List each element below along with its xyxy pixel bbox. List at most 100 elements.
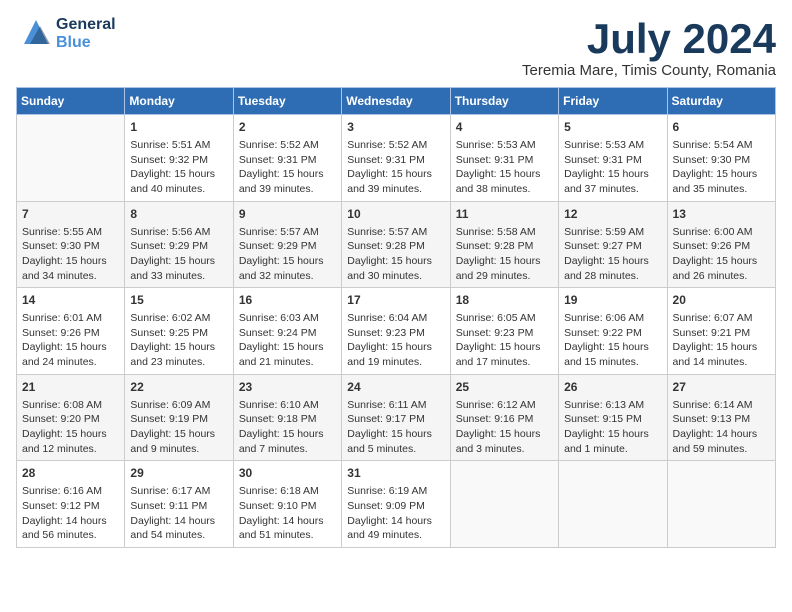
- day-number: 24: [347, 379, 444, 396]
- calendar-cell: 13 Sunrise: 6:00 AMSunset: 9:26 PMDayligh…: [667, 201, 775, 288]
- day-number: 6: [673, 119, 770, 136]
- calendar-cell: 18 Sunrise: 6:05 AMSunset: 9:23 PMDayligh…: [450, 288, 558, 375]
- calendar-cell: 22 Sunrise: 6:09 AMSunset: 9:19 PMDayligh…: [125, 374, 233, 461]
- calendar-cell: 10 Sunrise: 5:57 AMSunset: 9:28 PMDayligh…: [342, 201, 450, 288]
- location-title: Teremia Mare, Timis County, Romania: [522, 62, 776, 79]
- calendar-cell: 1 Sunrise: 5:51 AMSunset: 9:32 PMDaylight…: [125, 115, 233, 202]
- day-number: 11: [456, 206, 553, 223]
- day-number: 10: [347, 206, 444, 223]
- col-header-sunday: Sunday: [17, 88, 125, 115]
- calendar-cell: 5Sunrise: 5:53 AMSunset: 9:31 PMDaylight…: [559, 115, 667, 202]
- cell-info: Sunrise: 6:14 AMSunset: 9:13 PMDaylight:…: [673, 398, 770, 457]
- cell-info: Sunrise: 6:13 AMSunset: 9:15 PMDaylight:…: [564, 398, 661, 457]
- day-number: 16: [239, 292, 336, 309]
- day-number: 12: [564, 206, 661, 223]
- day-number: 2: [239, 119, 336, 136]
- col-header-tuesday: Tuesday: [233, 88, 341, 115]
- cell-info: Sunrise: 6:17 AMSunset: 9:11 PMDaylight:…: [130, 484, 227, 543]
- cell-info: Sunrise: 6:01 AMSunset: 9:26 PMDaylight:…: [22, 311, 119, 370]
- col-header-wednesday: Wednesday: [342, 88, 450, 115]
- cell-info: Sunrise: 6:08 AMSunset: 9:20 PMDaylight:…: [22, 398, 119, 457]
- cell-info: Sunrise: 5:57 AMSunset: 9:28 PMDaylight:…: [347, 225, 444, 284]
- day-number: 28: [22, 465, 119, 482]
- calendar-cell: 12 Sunrise: 5:59 AMSunset: 9:27 PMDayligh…: [559, 201, 667, 288]
- calendar-cell: 23 Sunrise: 6:10 AMSunset: 9:18 PMDayligh…: [233, 374, 341, 461]
- day-number: 8: [130, 206, 227, 223]
- calendar-cell: 29 Sunrise: 6:17 AMSunset: 9:11 PMDayligh…: [125, 461, 233, 548]
- calendar-cell: 6 Sunrise: 5:54 AMSunset: 9:30 PMDaylight…: [667, 115, 775, 202]
- cell-info: Sunrise: 5:52 AMSunset: 9:31 PMDaylight:…: [239, 138, 336, 197]
- day-number: 29: [130, 465, 227, 482]
- day-number: 30: [239, 465, 336, 482]
- cell-info: Sunrise: 6:02 AMSunset: 9:25 PMDaylight:…: [130, 311, 227, 370]
- page-header: General Blue July 2024 Teremia Mare, Tim…: [16, 16, 776, 79]
- month-title: July 2024: [522, 16, 776, 62]
- cell-info: Sunrise: 5:52 AMSunset: 9:31 PMDaylight:…: [347, 138, 444, 197]
- day-number: 22: [130, 379, 227, 396]
- cell-info: Sunrise: 6:11 AMSunset: 9:17 PMDaylight:…: [347, 398, 444, 457]
- cell-info: Sunrise: 6:03 AMSunset: 9:24 PMDaylight:…: [239, 311, 336, 370]
- col-header-thursday: Thursday: [450, 88, 558, 115]
- cell-info: Sunrise: 6:19 AMSunset: 9:09 PMDaylight:…: [347, 484, 444, 543]
- cell-info: Sunrise: 5:57 AMSunset: 9:29 PMDaylight:…: [239, 225, 336, 284]
- cell-info: Sunrise: 6:07 AMSunset: 9:21 PMDaylight:…: [673, 311, 770, 370]
- calendar-cell: 19 Sunrise: 6:06 AMSunset: 9:22 PMDayligh…: [559, 288, 667, 375]
- logo-text: General Blue: [56, 16, 116, 52]
- logo-icon: [16, 16, 52, 52]
- day-number: 1: [130, 119, 227, 136]
- day-number: 26: [564, 379, 661, 396]
- cell-info: Sunrise: 6:09 AMSunset: 9:19 PMDaylight:…: [130, 398, 227, 457]
- day-number: 31: [347, 465, 444, 482]
- cell-info: Sunrise: 5:53 AMSunset: 9:31 PMDaylight:…: [564, 138, 661, 197]
- day-number: 15: [130, 292, 227, 309]
- calendar-cell: 3 Sunrise: 5:52 AMSunset: 9:31 PMDaylight…: [342, 115, 450, 202]
- calendar-cell: 20 Sunrise: 6:07 AMSunset: 9:21 PMDayligh…: [667, 288, 775, 375]
- day-number: 9: [239, 206, 336, 223]
- calendar-cell: 30Sunrise: 6:18 AMSunset: 9:10 PMDayligh…: [233, 461, 341, 548]
- calendar-cell: 24 Sunrise: 6:11 AMSunset: 9:17 PMDayligh…: [342, 374, 450, 461]
- day-number: 18: [456, 292, 553, 309]
- day-number: 13: [673, 206, 770, 223]
- calendar-cell: 28 Sunrise: 6:16 AMSunset: 9:12 PMDayligh…: [17, 461, 125, 548]
- calendar-cell: 14 Sunrise: 6:01 AMSunset: 9:26 PMDayligh…: [17, 288, 125, 375]
- day-number: 21: [22, 379, 119, 396]
- cell-info: Sunrise: 6:04 AMSunset: 9:23 PMDaylight:…: [347, 311, 444, 370]
- title-block: July 2024 Teremia Mare, Timis County, Ro…: [522, 16, 776, 79]
- cell-info: Sunrise: 6:06 AMSunset: 9:22 PMDaylight:…: [564, 311, 661, 370]
- day-number: 14: [22, 292, 119, 309]
- calendar-cell: [17, 115, 125, 202]
- cell-info: Sunrise: 6:00 AMSunset: 9:26 PMDaylight:…: [673, 225, 770, 284]
- day-number: 20: [673, 292, 770, 309]
- cell-info: Sunrise: 5:51 AMSunset: 9:32 PMDaylight:…: [130, 138, 227, 197]
- cell-info: Sunrise: 5:54 AMSunset: 9:30 PMDaylight:…: [673, 138, 770, 197]
- col-header-monday: Monday: [125, 88, 233, 115]
- day-number: 25: [456, 379, 553, 396]
- cell-info: Sunrise: 6:16 AMSunset: 9:12 PMDaylight:…: [22, 484, 119, 543]
- cell-info: Sunrise: 6:10 AMSunset: 9:18 PMDaylight:…: [239, 398, 336, 457]
- day-number: 19: [564, 292, 661, 309]
- cell-info: Sunrise: 6:12 AMSunset: 9:16 PMDaylight:…: [456, 398, 553, 457]
- calendar-cell: 2 Sunrise: 5:52 AMSunset: 9:31 PMDaylight…: [233, 115, 341, 202]
- calendar-table: SundayMondayTuesdayWednesdayThursdayFrid…: [16, 87, 776, 548]
- cell-info: Sunrise: 5:55 AMSunset: 9:30 PMDaylight:…: [22, 225, 119, 284]
- calendar-cell: 7Sunrise: 5:55 AMSunset: 9:30 PMDaylight…: [17, 201, 125, 288]
- cell-info: Sunrise: 5:58 AMSunset: 9:28 PMDaylight:…: [456, 225, 553, 284]
- cell-info: Sunrise: 6:05 AMSunset: 9:23 PMDaylight:…: [456, 311, 553, 370]
- calendar-cell: 27 Sunrise: 6:14 AMSunset: 9:13 PMDayligh…: [667, 374, 775, 461]
- logo: General Blue: [16, 16, 116, 52]
- col-header-saturday: Saturday: [667, 88, 775, 115]
- day-number: 3: [347, 119, 444, 136]
- day-number: 17: [347, 292, 444, 309]
- day-number: 27: [673, 379, 770, 396]
- calendar-cell: [559, 461, 667, 548]
- calendar-cell: 8Sunrise: 5:56 AMSunset: 9:29 PMDaylight…: [125, 201, 233, 288]
- day-number: 23: [239, 379, 336, 396]
- col-header-friday: Friday: [559, 88, 667, 115]
- calendar-cell: 4Sunrise: 5:53 AMSunset: 9:31 PMDaylight…: [450, 115, 558, 202]
- calendar-cell: 17 Sunrise: 6:04 AMSunset: 9:23 PMDayligh…: [342, 288, 450, 375]
- calendar-cell: 26 Sunrise: 6:13 AMSunset: 9:15 PMDayligh…: [559, 374, 667, 461]
- calendar-cell: 15 Sunrise: 6:02 AMSunset: 9:25 PMDayligh…: [125, 288, 233, 375]
- cell-info: Sunrise: 5:59 AMSunset: 9:27 PMDaylight:…: [564, 225, 661, 284]
- calendar-cell: 11 Sunrise: 5:58 AMSunset: 9:28 PMDayligh…: [450, 201, 558, 288]
- day-number: 4: [456, 119, 553, 136]
